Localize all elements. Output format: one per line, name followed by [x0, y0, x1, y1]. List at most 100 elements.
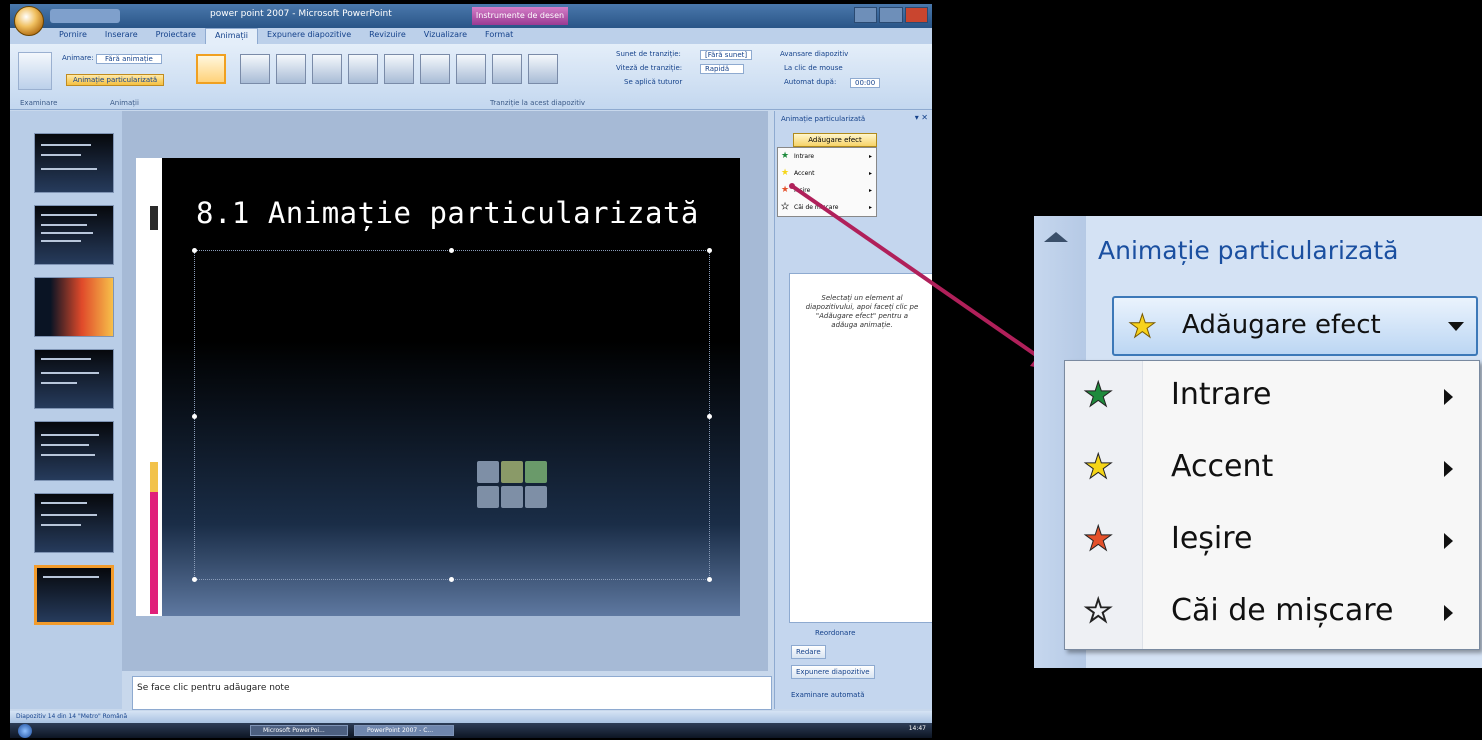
menu-item-intrare[interactable]: ★ Intrare: [1065, 361, 1479, 433]
slide-thumbnail[interactable]: [34, 205, 114, 265]
zoom-pane-title: Animație particularizată: [1098, 236, 1399, 265]
start-button[interactable]: [18, 724, 32, 738]
slide: 8.1 Animație particularizată: [136, 158, 740, 616]
transition-1[interactable]: [240, 54, 270, 84]
resize-handle[interactable]: [192, 414, 197, 419]
task-pane-close-icon[interactable]: ▾ ✕: [915, 113, 928, 122]
quick-access-toolbar[interactable]: [50, 9, 120, 23]
ribbon: Animare: Fără animație Animație particul…: [10, 44, 932, 110]
submenu-arrow-icon: [1444, 533, 1453, 549]
add-effect-label: Adăugare efect: [1182, 310, 1381, 340]
tab-format[interactable]: Format: [476, 28, 522, 44]
scroll-up-icon[interactable]: [1044, 232, 1068, 242]
sound-label: Sunet de tranziție:: [616, 50, 681, 58]
motion-path-star-icon: ☆: [1082, 591, 1114, 632]
apply-all-button[interactable]: Se aplică tuturor: [624, 78, 682, 86]
menu-item-cai-de-miscare[interactable]: ☆ Căi de mișcare: [1065, 577, 1479, 649]
slide-thumbnail-current[interactable]: [34, 565, 114, 625]
slide-thumbnails-pane: [10, 111, 122, 709]
group-label-preview: Examinare: [20, 99, 58, 107]
resize-handle[interactable]: [707, 248, 712, 253]
task-pane-description: Selectați un element al diapozitivului, …: [789, 273, 932, 623]
slide-thumbnail[interactable]: [34, 421, 114, 481]
transition-4[interactable]: [348, 54, 378, 84]
play-button[interactable]: Redare: [791, 645, 826, 659]
notes-pane[interactable]: Se face clic pentru adăugare note: [132, 676, 772, 710]
chart-icon[interactable]: [501, 461, 523, 483]
taskbar-clock: 14:47: [908, 725, 926, 732]
stage: power point 2007 - Microsoft PowerPoint …: [0, 0, 1482, 740]
tab-revizuire[interactable]: Revizuire: [360, 28, 415, 44]
menu-item-iesire[interactable]: ★ Ieșire: [1065, 505, 1479, 577]
insert-content-icons: [477, 461, 549, 509]
group-label-transition: Tranziție la acest diapozitiv: [490, 99, 586, 107]
resize-handle[interactable]: [192, 248, 197, 253]
tab-animatii[interactable]: Animații: [204, 28, 259, 44]
add-effect-button-small[interactable]: Adăugare efect: [793, 133, 877, 147]
content-placeholder[interactable]: [192, 248, 712, 582]
slide-title[interactable]: 8.1 Animație particularizată: [196, 196, 699, 230]
transition-8[interactable]: [492, 54, 522, 84]
transition-2[interactable]: [276, 54, 306, 84]
resize-handle[interactable]: [449, 248, 454, 253]
preview-button[interactable]: [18, 52, 52, 90]
slide-accent-strip: [136, 158, 162, 616]
entrance-star-icon: ★: [1082, 375, 1114, 416]
submenu-arrow-icon: [1444, 461, 1453, 477]
sound-select[interactable]: [Fără sunet]: [700, 50, 753, 60]
speed-select[interactable]: Rapidă: [700, 64, 745, 74]
menu-item-intrare-small[interactable]: ★ Intrare ▸: [778, 148, 876, 165]
menu-item-accent[interactable]: ★ Accent: [1065, 433, 1479, 505]
slide-thumbnail[interactable]: [34, 277, 114, 337]
menu-item-accent-small[interactable]: ★ Accent ▸: [778, 165, 876, 182]
on-click-checkbox[interactable]: La clic de mouse: [784, 64, 843, 72]
tab-inserare[interactable]: Inserare: [96, 28, 147, 44]
custom-animation-button[interactable]: Animație particularizată: [66, 74, 165, 86]
close-button[interactable]: [904, 7, 928, 23]
auto-after-field[interactable]: 00:00: [850, 78, 881, 88]
tab-expunere[interactable]: Expunere diapozitive: [258, 28, 360, 44]
resize-handle[interactable]: [449, 577, 454, 582]
table-icon[interactable]: [477, 461, 499, 483]
clipart-icon[interactable]: [501, 486, 523, 508]
add-effect-button[interactable]: ★ Adăugare efect: [1112, 296, 1478, 356]
transition-3[interactable]: [312, 54, 342, 84]
exit-star-icon: ★: [1082, 519, 1114, 560]
resize-handle[interactable]: [192, 577, 197, 582]
speed-label: Viteză de tranziție:: [616, 64, 683, 72]
slide-thumbnail[interactable]: [34, 493, 114, 553]
resize-handle[interactable]: [707, 414, 712, 419]
menu-item-label: Căi de mișcare: [1171, 593, 1394, 628]
submenu-arrow-icon: [1444, 389, 1453, 405]
transition-5[interactable]: [384, 54, 414, 84]
title-bar: power point 2007 - Microsoft PowerPoint …: [10, 4, 932, 36]
autopreview-checkbox[interactable]: Examinare automată: [791, 691, 865, 699]
transition-none[interactable]: [196, 54, 226, 84]
taskbar-item-powerpoint[interactable]: Microsoft PowerPoi...: [250, 725, 348, 736]
minimize-button[interactable]: [854, 7, 878, 23]
transition-6[interactable]: [420, 54, 450, 84]
maximize-button[interactable]: [879, 7, 903, 23]
slideshow-button[interactable]: Expunere diapozitive: [791, 665, 875, 679]
resize-handle[interactable]: [707, 577, 712, 582]
status-bar: Diapozitiv 14 din 14 "Metro" Română: [10, 711, 932, 723]
menu-item-iesire-small[interactable]: ★ Ieșire ▸: [778, 182, 876, 199]
smartart-icon[interactable]: [525, 461, 547, 483]
animate-select[interactable]: Fără animație: [96, 54, 162, 64]
transition-9[interactable]: [528, 54, 558, 84]
picture-icon[interactable]: [477, 486, 499, 508]
slide-thumbnail[interactable]: [34, 349, 114, 409]
menu-item-label: Accent: [1171, 449, 1274, 484]
taskbar-item-presentation[interactable]: PowerPoint 2007 - C...: [354, 725, 454, 736]
tab-proiectare[interactable]: Proiectare: [147, 28, 205, 44]
menu-item-cai-small[interactable]: ★ Căi de mișcare ▸: [778, 199, 876, 216]
zoomed-task-pane: Animație particularizată ★ Adăugare efec…: [1034, 216, 1482, 668]
media-icon[interactable]: [525, 486, 547, 508]
office-button[interactable]: [14, 6, 44, 36]
tab-pornire[interactable]: Pornire: [50, 28, 96, 44]
reorder-label: Reordonare: [815, 629, 856, 637]
transition-7[interactable]: [456, 54, 486, 84]
slide-thumbnail[interactable]: [34, 133, 114, 193]
tab-vizualizare[interactable]: Vizualizare: [415, 28, 476, 44]
auto-after-checkbox[interactable]: Automat după:: [784, 78, 836, 86]
